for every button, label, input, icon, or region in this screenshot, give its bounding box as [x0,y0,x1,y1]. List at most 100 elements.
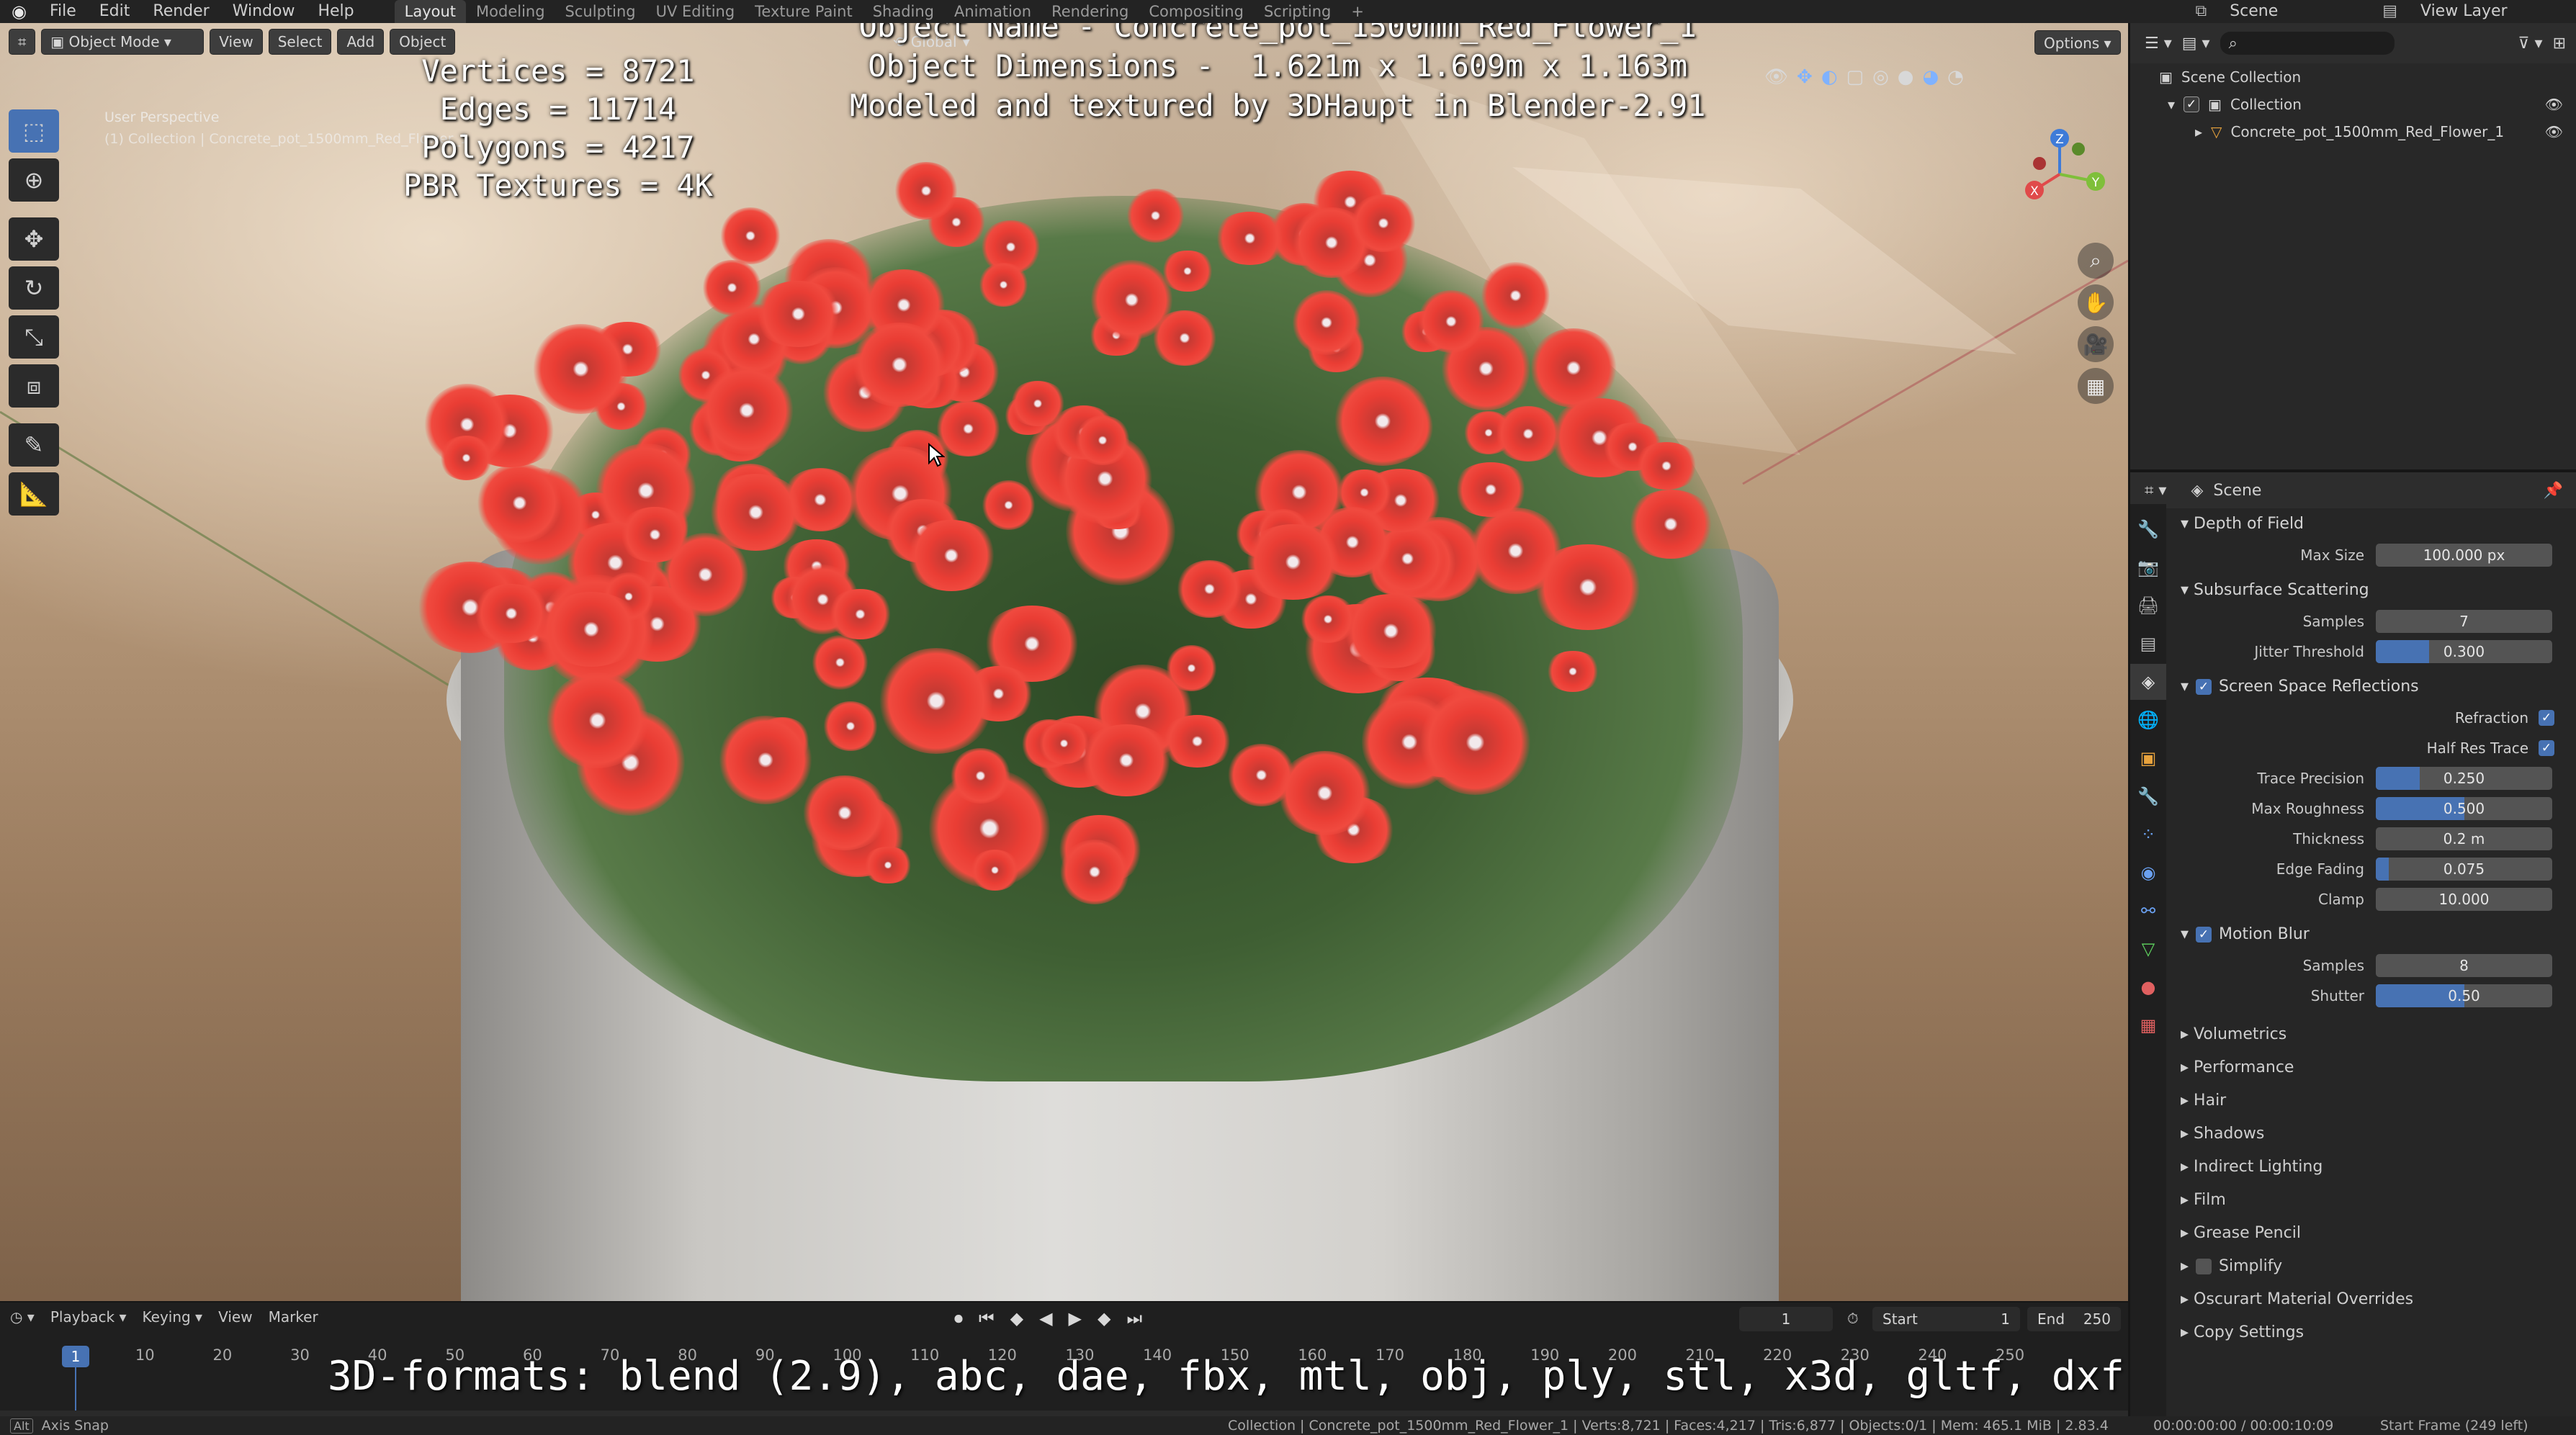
record-icon[interactable]: ⏺ [954,1308,963,1328]
timeline-editor[interactable]: ◷ ▾ Playback ▾ Keying ▾ View Marker ⏺ ⏮ … [0,1301,2128,1425]
collection-checkbox[interactable]: ✓ [2184,96,2200,112]
panel-simplify[interactable]: ▸ Simplify [2181,1250,2554,1283]
zoom-icon[interactable]: ⌕ [2078,243,2114,279]
panel-copy-settings[interactable]: ▸ Copy Settings [2181,1316,2554,1349]
thickness-field[interactable]: 0.2 m [2376,827,2552,850]
tab-compositing[interactable]: Compositing [1139,0,1254,23]
world-tab-icon[interactable]: 🌐 [2130,702,2166,738]
expand-object-icon[interactable]: ▸ [2195,123,2202,140]
next-keyframe-icon[interactable]: ◆ [1098,1308,1110,1328]
panel-indirect-lighting[interactable]: ▸ Indirect Lighting [2181,1151,2554,1184]
properties-editor-type-icon[interactable]: ⌗ ▾ [2145,482,2166,500]
play-reverse-icon[interactable]: ◀ [1039,1308,1052,1328]
scene-tab-icon[interactable]: ◈ [2130,664,2166,700]
panel-depth-of-field[interactable]: ▾ Depth of Field [2181,508,2554,540]
menu-window[interactable]: Window [221,0,307,23]
pan-hand-icon[interactable]: ✋ [2078,284,2114,320]
panel-oscurart[interactable]: ▸ Oscurart Material Overrides [2181,1283,2554,1316]
outliner-editor-type-icon[interactable]: ☰ ▾ [2145,35,2172,53]
outliner[interactable]: ☰ ▾ ▤ ▾ ⌕ ⊽ ▾ ⊞ ▣ Scene Collection ▾ ✓ ▣… [2128,23,2576,469]
modifier-tab-icon[interactable]: 🔧 [2130,778,2166,814]
timeline-editor-type-icon[interactable]: ◷ ▾ [10,1308,35,1326]
expand-collection-icon[interactable]: ▾ [2168,96,2175,113]
tool-tab-icon[interactable]: 🔧 [2130,511,2166,547]
simplify-checkbox[interactable] [2196,1259,2212,1274]
add-workspace-icon[interactable]: + [1341,0,1374,23]
tree-row-scene-collection[interactable]: ▣ Scene Collection [2130,63,2576,91]
tab-shading[interactable]: Shading [863,0,944,23]
trace-precision-slider[interactable]: 0.250 [2376,767,2552,790]
menu-edit[interactable]: Edit [88,0,142,23]
tab-layout[interactable]: Layout [394,0,467,23]
start-frame-field[interactable]: Start 1 [1872,1307,2020,1331]
new-collection-icon[interactable]: ⊞ [2553,35,2566,53]
mb-samples-field[interactable]: 8 [2376,954,2552,977]
jump-end-icon[interactable]: ⏭ [1126,1308,1142,1328]
jump-start-icon[interactable]: ⏮ [979,1308,995,1328]
stopwatch-icon[interactable]: ⏱ [1847,1310,1859,1327]
panel-screen-space-reflections[interactable]: ▾ ✓ Screen Space Reflections [2181,671,2554,703]
panel-film[interactable]: ▸ Film [2181,1184,2554,1217]
current-frame-field[interactable]: 1 [1739,1307,1833,1331]
tree-row-collection[interactable]: ▾ ✓ ▣ Collection 👁 [2130,91,2576,118]
panel-hair[interactable]: ▸ Hair [2181,1084,2554,1117]
end-frame-field[interactable]: End 250 [2027,1307,2121,1331]
properties-editor[interactable]: ⌗ ▾ ◈ Scene 📌 ▾ Depth of Field Max Size … [2128,469,2576,1416]
half-res-checkbox[interactable]: ✓ [2539,740,2554,756]
clamp-field[interactable]: 10.000 [2376,888,2552,911]
prev-keyframe-icon[interactable]: ◆ [1010,1308,1023,1328]
panel-performance[interactable]: ▸ Performance [2181,1051,2554,1084]
motion-blur-enable-checkbox[interactable]: ✓ [2196,927,2212,943]
jitter-slider[interactable]: 0.300 [2376,640,2552,663]
scene-selector-icon[interactable]: ⧉ [2184,0,2218,23]
render-tab-icon[interactable]: 📷 [2130,549,2166,585]
axis-gizmo[interactable]: Z Y X [2002,109,2117,232]
collection-visibility-icon[interactable]: 👁 [2545,96,2563,113]
play-icon[interactable]: ▶ [1069,1308,1082,1328]
constraints-tab-icon[interactable]: ⚯ [2130,893,2166,929]
camera-view-icon[interactable]: 🎥 [2078,326,2114,362]
tree-row-object[interactable]: ▸ ▽ Concrete_pot_1500mm_Red_Flower_1 👁 [2130,118,2576,145]
physics-tab-icon[interactable]: ◉ [2130,855,2166,891]
3d-viewport[interactable]: ⌗ ▣ Object Mode ▾ View Select Add Object… [0,23,2128,1301]
view-layer-tab-icon[interactable]: ▤ [2130,626,2166,662]
particles-tab-icon[interactable]: ⁘ [2130,817,2166,853]
tab-rendering[interactable]: Rendering [1041,0,1139,23]
timeline-menu-keying[interactable]: Keying ▾ [143,1308,203,1326]
filter-icon[interactable]: ⊽ ▾ [2518,35,2542,53]
menu-render[interactable]: Render [141,0,220,23]
timeline-menu-view[interactable]: View [218,1308,252,1326]
tab-sculpting[interactable]: Sculpting [555,0,646,23]
menu-help[interactable]: Help [306,0,365,23]
view-layer-name[interactable]: View Layer [2409,0,2576,23]
panel-volumetrics[interactable]: ▸ Volumetrics [2181,1018,2554,1051]
shutter-slider[interactable]: 0.50 [2376,984,2552,1007]
outliner-search-input[interactable]: ⌕ [2220,32,2395,55]
blender-logo-icon[interactable]: ◉ [0,0,38,23]
refraction-checkbox[interactable]: ✓ [2539,710,2554,726]
tab-uv-editing[interactable]: UV Editing [646,0,745,23]
object-tab-icon[interactable]: ▣ [2130,740,2166,776]
tab-modeling[interactable]: Modeling [466,0,555,23]
object-visibility-icon[interactable]: 👁 [2545,123,2563,140]
menu-file[interactable]: File [38,0,88,23]
max-roughness-slider[interactable]: 0.500 [2376,797,2552,820]
data-tab-icon[interactable]: ▽ [2130,931,2166,967]
scene-name[interactable]: Scene [2218,0,2371,23]
sss-samples-field[interactable]: 7 [2376,610,2552,633]
display-mode-icon[interactable]: ▤ ▾ [2182,35,2210,53]
timeline-menu-marker[interactable]: Marker [269,1308,318,1326]
panel-shadows[interactable]: ▸ Shadows [2181,1117,2554,1151]
view-layer-icon[interactable]: ▤ [2371,0,2409,23]
panel-motion-blur[interactable]: ▾ ✓ Motion Blur [2181,919,2554,950]
tab-texture-paint[interactable]: Texture Paint [745,0,863,23]
max-size-field[interactable]: 100.000 px [2376,544,2552,567]
pin-icon[interactable]: 📌 [2544,482,2563,500]
tab-scripting[interactable]: Scripting [1254,0,1341,23]
texture-tab-icon[interactable]: ▦ [2130,1007,2166,1043]
timeline-menu-playback[interactable]: Playback ▾ [50,1308,127,1326]
ssr-enable-checkbox[interactable]: ✓ [2196,679,2212,695]
edge-fading-slider[interactable]: 0.075 [2376,858,2552,881]
ortho-grid-icon[interactable]: ▦ [2078,368,2114,404]
output-tab-icon[interactable]: 🖨 [2130,588,2166,624]
